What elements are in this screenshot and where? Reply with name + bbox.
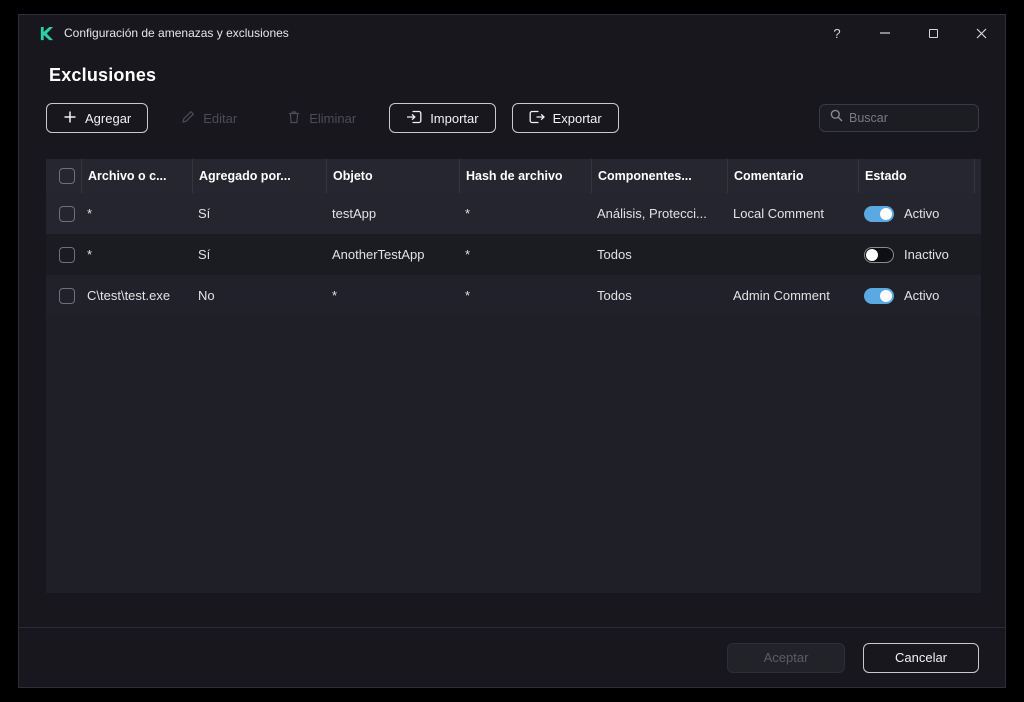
- titlebar: Configuración de amenazas y exclusiones …: [19, 15, 1005, 51]
- search-input[interactable]: [849, 111, 968, 125]
- table-header-row: Archivo o c... Agregado por... Objeto Ha…: [46, 159, 981, 193]
- column-header-added-by[interactable]: Agregado por...: [192, 159, 326, 193]
- add-button[interactable]: Agregar: [46, 103, 149, 133]
- row-checkbox[interactable]: [59, 287, 75, 304]
- cell-object: *: [332, 288, 338, 303]
- delete-button-label: Eliminar: [309, 110, 357, 126]
- row-checkbox[interactable]: [59, 205, 75, 222]
- cell-components: Todos: [597, 247, 632, 262]
- cell-components: Todos: [597, 288, 632, 303]
- cell-added-by: No: [198, 288, 215, 303]
- export-button[interactable]: Exportar: [511, 103, 619, 133]
- column-header-components[interactable]: Componentes...: [591, 159, 727, 193]
- table-row[interactable]: C\test\test.exe No * * Todos Admin Comme…: [46, 275, 981, 316]
- cell-hash: *: [465, 288, 471, 303]
- close-button[interactable]: [957, 15, 1005, 51]
- state-label: Activo: [904, 288, 940, 303]
- cancel-button[interactable]: Cancelar: [863, 642, 979, 673]
- cell-object: testApp: [332, 206, 377, 221]
- cell-hash: *: [465, 247, 471, 262]
- window-controls: ?: [813, 15, 1005, 51]
- export-button-label: Exportar: [552, 110, 602, 126]
- plus-icon: [63, 110, 77, 127]
- search-icon: [830, 109, 843, 127]
- import-button[interactable]: Importar: [389, 103, 496, 133]
- cell-file: C\test\test.exe: [87, 288, 171, 303]
- export-icon: [529, 110, 545, 127]
- search-box: [819, 104, 979, 132]
- app-window: Configuración de amenazas y exclusiones …: [18, 14, 1006, 688]
- edit-button[interactable]: Editar: [164, 103, 254, 133]
- accept-button[interactable]: Aceptar: [727, 642, 845, 673]
- cell-comment: Local Comment: [733, 206, 825, 221]
- window-title: Configuración de amenazas y exclusiones: [64, 26, 289, 40]
- footer: Aceptar Cancelar: [19, 627, 1005, 687]
- table-row[interactable]: * Sí testApp * Análisis, Protecci... Loc…: [46, 193, 981, 234]
- edit-button-label: Editar: [203, 110, 238, 126]
- column-header-file[interactable]: Archivo o c...: [81, 159, 192, 193]
- cell-added-by: Sí: [198, 206, 211, 221]
- minimize-button[interactable]: [861, 15, 909, 51]
- column-header-state[interactable]: Estado: [858, 159, 981, 193]
- cell-file: *: [87, 206, 93, 221]
- cell-hash: *: [465, 206, 471, 221]
- column-header-hash[interactable]: Hash de archivo: [459, 159, 591, 193]
- delete-button[interactable]: Eliminar: [270, 103, 373, 133]
- cell-components: Análisis, Protecci...: [597, 206, 707, 221]
- state-toggle[interactable]: [864, 287, 894, 304]
- state-toggle[interactable]: [864, 205, 894, 222]
- kaspersky-logo-icon: [39, 26, 54, 41]
- column-header-comment[interactable]: Comentario: [727, 159, 858, 193]
- page-title: Exclusiones: [49, 65, 157, 85]
- state-toggle[interactable]: [864, 246, 894, 263]
- column-header-object[interactable]: Objeto: [326, 159, 459, 193]
- help-button[interactable]: ?: [813, 15, 861, 51]
- row-checkbox[interactable]: [59, 246, 75, 263]
- pencil-icon: [181, 110, 195, 127]
- exclusions-table: Archivo o c... Agregado por... Objeto Ha…: [46, 159, 981, 593]
- select-all-checkbox[interactable]: [59, 168, 75, 184]
- state-label: Activo: [904, 206, 940, 221]
- cell-object: AnotherTestApp: [332, 247, 425, 262]
- cell-comment: Admin Comment: [733, 288, 830, 303]
- add-button-label: Agregar: [85, 110, 132, 126]
- state-label: Inactivo: [904, 247, 949, 262]
- trash-icon: [287, 110, 301, 127]
- table-row[interactable]: * Sí AnotherTestApp * Todos Inactivo: [46, 234, 981, 275]
- cell-added-by: Sí: [198, 247, 211, 262]
- import-icon: [406, 110, 422, 127]
- toolbar: Agregar Editar Eliminar Importar Exporta…: [46, 103, 979, 133]
- import-button-label: Importar: [430, 110, 479, 126]
- maximize-button[interactable]: [909, 15, 957, 51]
- cell-file: *: [87, 247, 93, 262]
